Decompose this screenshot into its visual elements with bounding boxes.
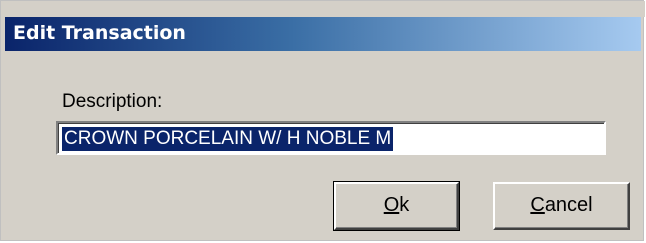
ok-button[interactable]: Ok — [333, 181, 460, 231]
edit-transaction-dialog: Edit Transaction Description: CROWN PORC… — [0, 0, 645, 241]
ok-accelerator: O — [383, 194, 400, 216]
dialog-title: Edit Transaction — [13, 22, 186, 44]
cancel-label-rest: ancel — [544, 194, 593, 216]
cancel-accelerator: C — [530, 194, 545, 216]
cancel-button[interactable]: Cancel — [493, 182, 630, 230]
description-input[interactable]: CROWN PORCELAIN W/ H NOBLE M — [56, 121, 606, 155]
window-top-edge — [1, 1, 645, 17]
description-selected-text: CROWN PORCELAIN W/ H NOBLE M — [62, 127, 394, 151]
ok-label-rest: k — [399, 194, 410, 216]
dialog-titlebar[interactable]: Edit Transaction — [5, 17, 641, 51]
description-label: Description: — [62, 91, 163, 112]
